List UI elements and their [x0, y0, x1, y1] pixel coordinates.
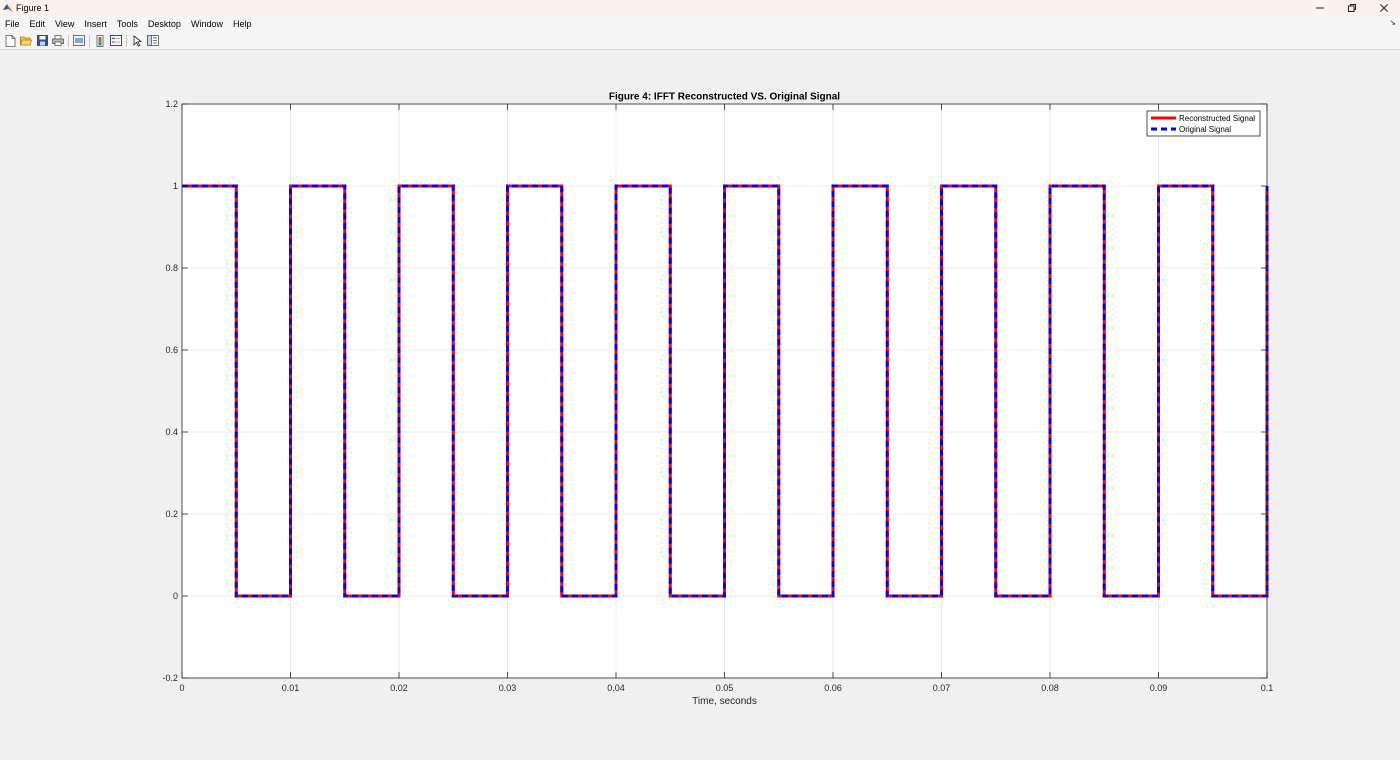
close-button[interactable] — [1368, 0, 1400, 16]
menu-view[interactable]: View — [50, 19, 79, 29]
dock-figure-icon[interactable]: ↘ — [1389, 18, 1396, 27]
menu-insert[interactable]: Insert — [79, 19, 112, 29]
x-tick-label: 0 — [179, 683, 184, 693]
x-tick-label: 0.04 — [607, 683, 625, 693]
x-tick-label: 0.02 — [390, 683, 408, 693]
colorbar-icon[interactable] — [94, 34, 107, 47]
chart-title: Figure 4: IFFT Reconstructed VS. Origina… — [609, 92, 840, 103]
legend-label-reconstructed: Reconstructed Signal — [1179, 114, 1255, 123]
x-axis-label: Time, seconds — [692, 696, 757, 707]
x-tick-label: 0.01 — [282, 683, 300, 693]
chart: 0 0.01 0.02 0.03 0.04 0.05 0.06 0.07 0.08 0.09 0.1… — [162, 92, 1274, 708]
y-tick-label: 0.4 — [165, 427, 178, 437]
title-bar: Figure 1 — [0, 0, 1400, 16]
legend-icon[interactable] — [110, 34, 123, 47]
new-figure-icon[interactable] — [4, 34, 17, 47]
close-icon — [1380, 4, 1388, 12]
window-controls — [1304, 0, 1400, 16]
property-inspector-icon[interactable] — [147, 34, 160, 47]
window-title: Figure 1 — [16, 3, 50, 13]
y-tick-label: 1 — [173, 181, 178, 191]
toolbar-separator — [89, 34, 90, 47]
menu-file[interactable]: File — [0, 19, 25, 29]
menu-bar: File Edit View Insert Tools Desktop Wind… — [0, 16, 1400, 32]
menu-window[interactable]: Window — [186, 19, 228, 29]
legend[interactable]: Reconstructed Signal Original Signal — [1146, 110, 1261, 137]
x-tick-label: 0.08 — [1041, 683, 1059, 693]
x-tick-label: 0.09 — [1150, 683, 1168, 693]
minimize-icon — [1316, 7, 1324, 9]
matlab-icon — [3, 3, 13, 13]
edit-plot-icon[interactable] — [131, 34, 144, 47]
figure-canvas: 0 0.01 0.02 0.03 0.04 0.05 0.06 0.07 0.08 0.09 0.1… — [0, 51, 1400, 755]
menu-help[interactable]: Help — [228, 19, 257, 29]
menu-edit[interactable]: Edit — [25, 19, 51, 29]
minimize-button[interactable] — [1304, 0, 1336, 16]
toolbar-separator — [68, 34, 69, 47]
y-tick-label: 0 — [173, 591, 178, 601]
toolbar-separator — [126, 34, 127, 47]
restore-icon — [1348, 4, 1356, 12]
menu-desktop[interactable]: Desktop — [143, 19, 186, 29]
open-file-icon[interactable] — [20, 34, 33, 47]
x-tick-label: 0.07 — [933, 683, 951, 693]
y-tick-label: 0.8 — [165, 263, 178, 273]
figure-toolbar — [0, 32, 1400, 50]
y-tick-label: 0.6 — [165, 345, 178, 355]
y-tick-label: 1.2 — [165, 99, 178, 109]
print-icon[interactable] — [52, 34, 65, 47]
x-tick-label: 0.05 — [716, 683, 734, 693]
link-plot-icon[interactable] — [73, 34, 86, 47]
menu-tools[interactable]: Tools — [112, 19, 143, 29]
y-tick-label: 0.2 — [165, 509, 178, 519]
x-tick-label: 0.06 — [824, 683, 842, 693]
save-icon[interactable] — [36, 34, 49, 47]
y-tick-label: -0.2 — [162, 673, 178, 683]
series-layer — [182, 184, 1269, 598]
legend-label-original: Original Signal — [1179, 125, 1231, 134]
x-tick-label: 0.03 — [499, 683, 517, 693]
x-tick-label: 0.1 — [1261, 683, 1274, 693]
restore-button[interactable] — [1336, 0, 1368, 16]
